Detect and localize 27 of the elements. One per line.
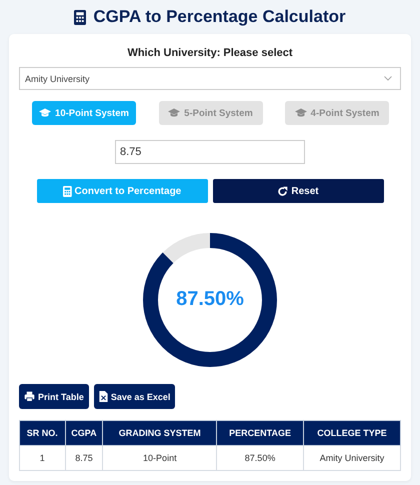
printer-icon [24,391,35,402]
file-icon [98,391,108,402]
calculator-icon [74,10,86,24]
column-header: COLLEGE TYPE [303,420,400,446]
cgpa-input[interactable]: 8.75 [115,140,305,164]
column-header: GRADING SYSTEM [102,420,217,446]
university-label: Which University: Please select [126,47,294,59]
table-cell: Amity University [303,446,400,470]
redo-icon [277,186,288,196]
calculator-icon [62,186,72,196]
graduation-cap-icon [168,108,180,118]
table-cell: 8.75 [65,446,103,470]
graduation-cap-icon [294,108,307,118]
reset-button[interactable]: Reset [212,179,384,203]
save-excel-button[interactable]: Save as Excel [94,384,176,409]
table-cell: 87.50% [216,446,304,470]
graduation-cap-icon [39,108,52,118]
page-title: CGPA to Percentage Calculator [93,7,346,27]
column-header: PERCENTAGE [216,420,304,446]
chevron-down-icon [384,76,392,81]
percentage-value: 87.50% [175,288,245,311]
table-cell: 1 [20,446,66,470]
university-dropdown[interactable]: Amity University [19,67,401,90]
print-table-button[interactable]: Print Table [19,384,89,409]
column-header: CGPA [65,420,103,446]
column-header: SR NO. [20,420,66,446]
table-cell: 10-Point [102,446,217,470]
